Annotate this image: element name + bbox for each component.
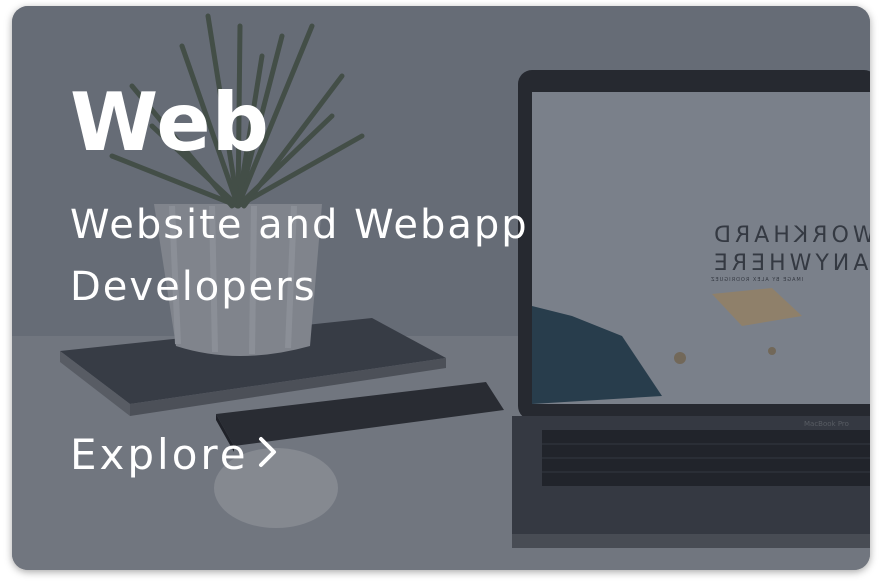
card-title: Web (70, 76, 270, 169)
chevron-right-icon (257, 430, 279, 479)
web-category-card[interactable]: WORKHARD ANYWHERE IMAGE BY ALEX RODRIGUE… (12, 6, 870, 570)
card-subtitle: Website and Webapp Developers (70, 202, 529, 310)
explore-label: Explore (70, 430, 249, 479)
explore-link[interactable]: Explore (70, 430, 279, 479)
card-text: Web Website and Webapp Developers (70, 78, 590, 318)
